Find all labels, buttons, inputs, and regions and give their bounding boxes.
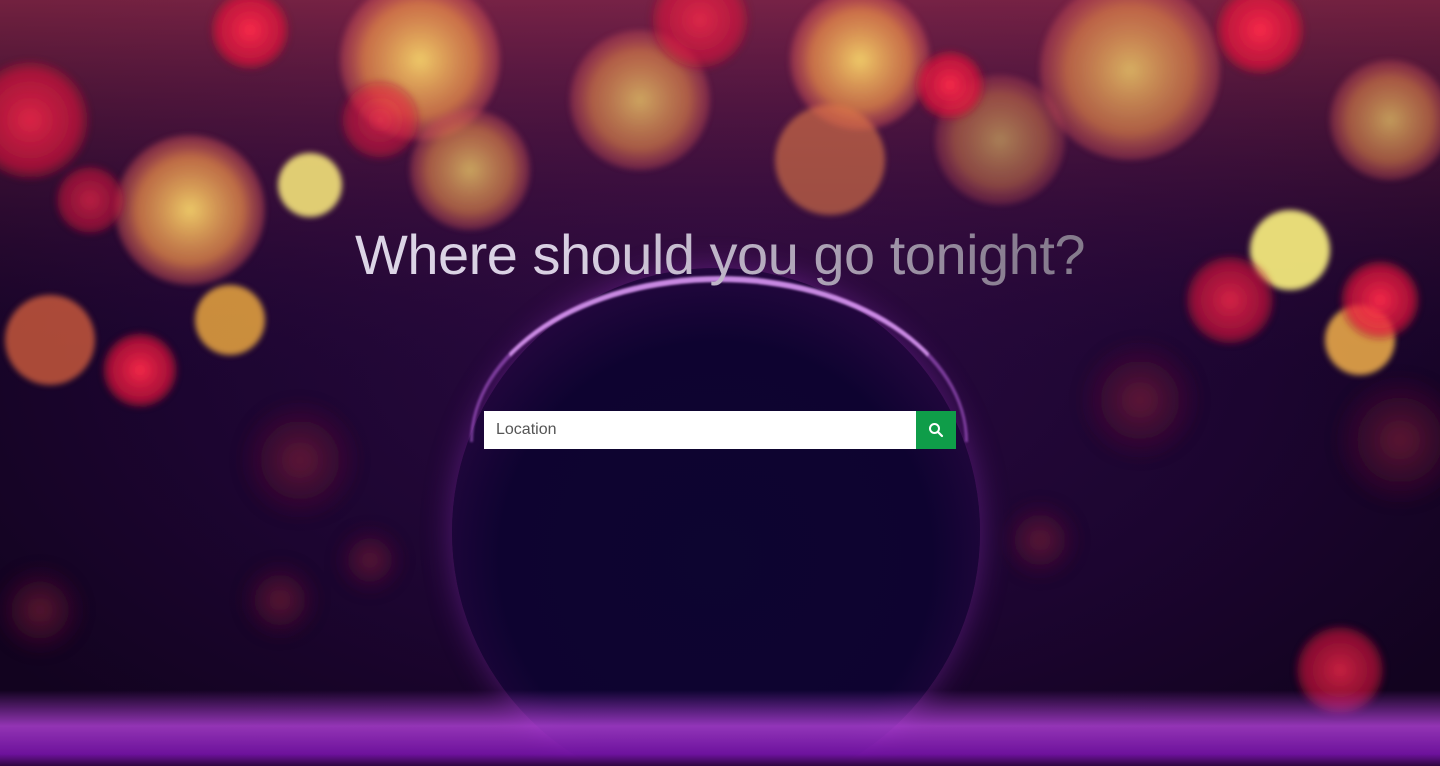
location-search-form [484,411,956,449]
fabric-surface [0,690,1440,766]
search-icon [929,423,944,438]
search-button[interactable] [916,411,956,449]
hero-section: Where should you go tonight? [0,0,1440,766]
location-search-input[interactable] [484,411,916,449]
page-title: Where should you go tonight? [0,222,1440,287]
